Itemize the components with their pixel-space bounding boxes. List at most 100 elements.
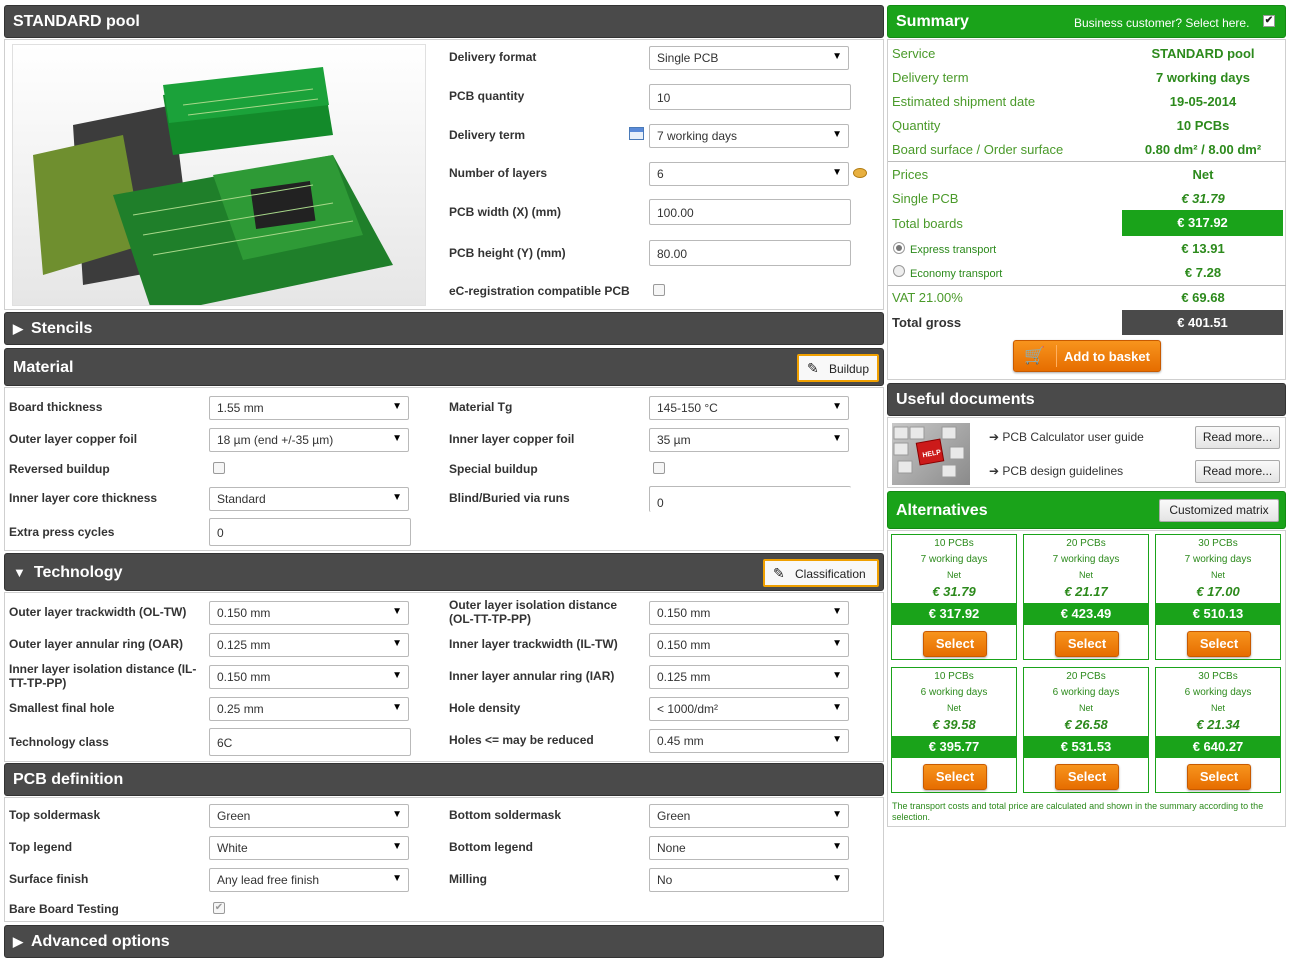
summary-divider [888, 161, 1286, 162]
ol-isolation-label: Outer layer isolation distance (OL-TT-TP… [449, 598, 618, 626]
material-title: Material [13, 359, 74, 376]
bottom-legend-select[interactable]: None ▼ [649, 836, 849, 860]
outer-copper-select[interactable]: 18 µm (end +/-35 µm) ▼ [209, 428, 409, 452]
ol-isolation-select[interactable]: 0.150 mm ▼ [649, 601, 849, 625]
milling-value: No [657, 873, 673, 887]
bottom-legend-label: Bottom legend [449, 840, 533, 854]
outer-copper-value: 18 µm (end +/-35 µm) [217, 433, 334, 447]
alternative-select-button[interactable]: Select [1187, 631, 1251, 657]
layers-select[interactable]: 6 ▼ [649, 162, 849, 186]
extra-press-input[interactable]: 0 [209, 518, 411, 546]
inner-copper-value: 35 µm [657, 433, 691, 447]
oar-value: 0.125 mm [217, 638, 271, 652]
top-legend-select[interactable]: White ▼ [209, 836, 409, 860]
alternative-select-button[interactable]: Select [1055, 631, 1119, 657]
surface-finish-select[interactable]: Any lead free finish ▼ [209, 868, 409, 892]
layer-stack-icon[interactable] [853, 168, 867, 178]
oar-select[interactable]: 0.125 mm ▼ [209, 633, 409, 657]
delivery-term-label: Delivery term [449, 128, 526, 142]
holes-reduced-select[interactable]: 0.45 mm ▼ [649, 729, 849, 753]
alternative-net-label: Net [1210, 703, 1225, 713]
chevron-down-icon: ▼ [392, 401, 402, 412]
alternative-card: 20 PCBs 7 working days Net € 21.17 € 423.49 S… [1023, 534, 1149, 660]
alternative-select-button[interactable]: Select [1055, 764, 1119, 790]
stencils-header[interactable]: ▶ Stencils [4, 312, 884, 345]
special-buildup-checkbox[interactable] [653, 462, 665, 474]
inner-core-select[interactable]: Standard ▼ [209, 487, 409, 511]
layers-label: Number of layers [449, 166, 548, 180]
material-tg-select[interactable]: 145-150 °C ▼ [649, 396, 849, 420]
business-customer-checkbox[interactable]: ✔ [1263, 15, 1275, 27]
chevron-down-icon: ▼ [832, 702, 842, 713]
total-gross-value: € 401.51 [1122, 310, 1283, 335]
economy-radio[interactable] [893, 265, 905, 277]
alternative-net-label: Net [1078, 570, 1093, 580]
chevron-down-icon: ▼ [832, 670, 842, 681]
pcb-quantity-input[interactable]: 10 [649, 84, 851, 110]
magic-wand-icon: ✎ [773, 565, 785, 581]
doc-design-guidelines-label: ➔ PCB design guidelines [989, 464, 1124, 478]
top-soldermask-select[interactable]: Green ▼ [209, 804, 409, 828]
advanced-options-header[interactable]: ▶ Advanced options [4, 925, 884, 958]
reversed-buildup-checkbox[interactable] [213, 462, 225, 474]
collapse-arrow-icon: ▼ [13, 565, 26, 580]
alternative-quantity: 10 PCBs [934, 671, 974, 682]
expand-arrow-icon: ▶ [13, 321, 23, 336]
inner-copper-select[interactable]: 35 µm ▼ [649, 428, 849, 452]
delivery-format-select[interactable]: Single PCB ▼ [649, 46, 849, 70]
stencils-title: Stencils [31, 320, 93, 337]
alternative-gross-price: € 317.92 [892, 603, 1016, 625]
bottom-soldermask-select[interactable]: Green ▼ [649, 804, 849, 828]
buildup-button[interactable]: ✎ Buildup [797, 354, 879, 382]
alternative-select-button[interactable]: Select [1187, 764, 1251, 790]
milling-select[interactable]: No ▼ [649, 868, 849, 892]
alternative-term: 7 working days [920, 554, 988, 565]
pcb-width-input[interactable]: 100.00 [649, 199, 851, 225]
board-thickness-value: 1.55 mm [217, 401, 264, 415]
alternative-term: 6 working days [1184, 687, 1252, 698]
board-thickness-select[interactable]: 1.55 mm ▼ [209, 396, 409, 420]
chevron-down-icon: ▼ [392, 606, 402, 617]
delivery-term-select[interactable]: 7 working days ▼ [649, 124, 849, 148]
total-boards-value: € 317.92 [1122, 210, 1283, 236]
bare-board-label: Bare Board Testing [9, 902, 119, 916]
doc-design-guidelines-read-more-button[interactable]: Read more... [1195, 460, 1280, 483]
il-tw-select[interactable]: 0.150 mm ▼ [649, 633, 849, 657]
classification-button[interactable]: ✎ Classification [763, 559, 879, 587]
alternative-quantity: 10 PCBs [934, 538, 974, 549]
blind-buried-input[interactable]: 0 [649, 486, 851, 512]
add-to-basket-label: Add to basket [1064, 349, 1150, 364]
delivery-term-value: 7 working days [657, 129, 738, 143]
express-radio[interactable] [893, 242, 905, 254]
doc-user-guide-read-more-button[interactable]: Read more... [1195, 426, 1280, 449]
calendar-icon[interactable] [629, 127, 644, 140]
chevron-down-icon: ▼ [832, 129, 842, 140]
alternative-select-button[interactable]: Select [923, 764, 987, 790]
chevron-down-icon: ▼ [832, 51, 842, 62]
oar-label: Outer layer annular ring (OAR) [9, 637, 184, 651]
ol-tw-select[interactable]: 0.150 mm ▼ [209, 601, 409, 625]
alternative-select-button[interactable]: Select [923, 631, 987, 657]
chevron-down-icon: ▼ [832, 167, 842, 178]
pcb-product-image [12, 44, 426, 306]
iar-select[interactable]: 0.125 mm ▼ [649, 665, 849, 689]
standard-pool-header: STANDARD pool [4, 5, 884, 38]
chevron-down-icon: ▼ [392, 638, 402, 649]
tech-class-input[interactable]: 6C [209, 728, 411, 756]
hole-density-select[interactable]: < 1000/dm² ▼ [649, 697, 849, 721]
summary-delivery-row: Delivery term 7 working days [892, 70, 1250, 85]
smallest-hole-select[interactable]: 0.25 mm ▼ [209, 697, 409, 721]
ec-registration-checkbox[interactable] [653, 284, 665, 296]
add-to-basket-button[interactable]: 🛒 Add to basket [1013, 340, 1161, 372]
technology-header: ▼ Technology [4, 553, 884, 591]
surface-finish-value: Any lead free finish [217, 873, 320, 887]
il-tw-value: 0.150 mm [657, 638, 711, 652]
express-transport-value: € 13.91 [1181, 241, 1225, 256]
alternative-net-price: € 17.00 [1196, 584, 1240, 599]
chevron-down-icon: ▼ [392, 873, 402, 884]
summary-single-row: Single PCB € 31.79 [892, 191, 1225, 206]
pcb-height-input[interactable]: 80.00 [649, 240, 851, 266]
customized-matrix-button[interactable]: Customized matrix [1159, 499, 1279, 522]
il-isolation-select[interactable]: 0.150 mm ▼ [209, 665, 409, 689]
ol-tw-label: Outer layer trackwidth (OL-TW) [9, 605, 187, 619]
